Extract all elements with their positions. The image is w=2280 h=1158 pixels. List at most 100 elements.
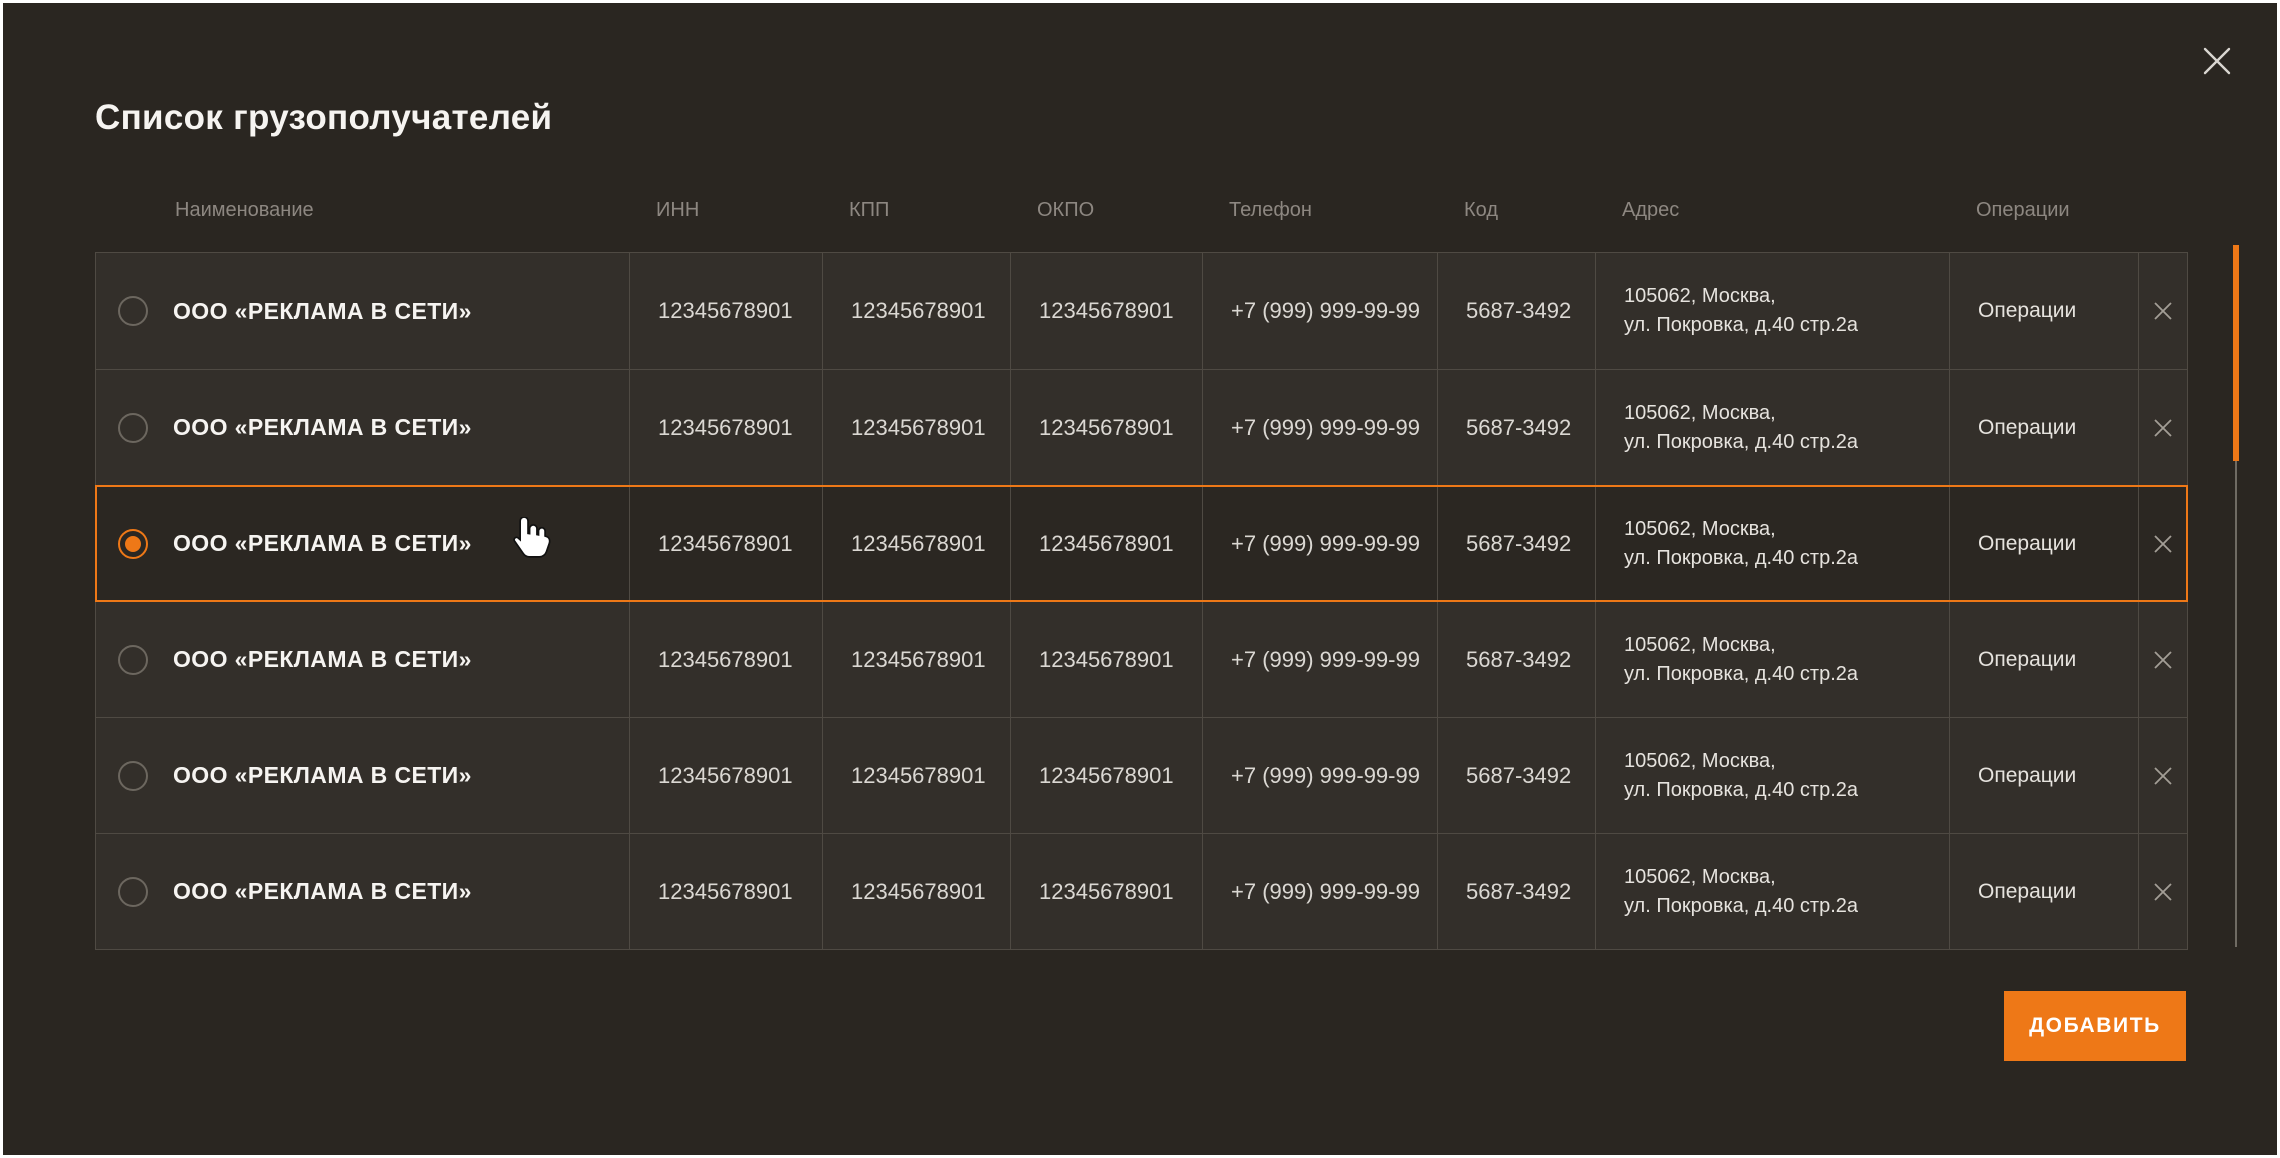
address-line-2: ул. Покровка, д.40 стр.2а (1624, 544, 1858, 573)
operations-link[interactable]: Операции (1949, 718, 2138, 833)
consignee-name: ООО «РЕКЛАМА В СЕТИ» (173, 762, 472, 789)
address-cell: 105062, Москва, ул. Покровка, д.40 стр.2… (1595, 253, 1949, 369)
code-cell: 5687-3492 (1437, 486, 1595, 601)
name-cell: ООО «РЕКЛАМА В СЕТИ» (96, 253, 629, 369)
table-row-selected[interactable]: ООО «РЕКЛАМА В СЕТИ» 12345678901 1234567… (96, 485, 2187, 601)
okpo-cell: 12345678901 (1010, 718, 1202, 833)
phone-cell: +7 (999) 999-99-99 (1202, 834, 1437, 949)
row-radio-button[interactable] (118, 645, 148, 675)
code-cell: 5687-3492 (1437, 253, 1595, 369)
address-line-1: 105062, Москва, (1624, 515, 1776, 544)
consignee-name: ООО «РЕКЛАМА В СЕТИ» (173, 878, 472, 905)
column-header-inn: ИНН (628, 199, 821, 221)
column-header-okpo: ОКПО (1009, 199, 1201, 221)
delete-row-button[interactable] (2138, 834, 2187, 949)
column-header-name: Наименование (95, 199, 628, 221)
phone-cell: +7 (999) 999-99-99 (1202, 486, 1437, 601)
delete-row-button[interactable] (2138, 253, 2187, 369)
column-header-kpp: КПП (821, 199, 1009, 221)
address-line-2: ул. Покровка, д.40 стр.2а (1624, 428, 1858, 457)
kpp-cell: 12345678901 (822, 370, 1010, 485)
okpo-cell: 12345678901 (1010, 370, 1202, 485)
consignee-name: ООО «РЕКЛАМА В СЕТИ» (173, 414, 472, 441)
kpp-cell: 12345678901 (822, 253, 1010, 369)
table-row[interactable]: ООО «РЕКЛАМА В СЕТИ» 12345678901 1234567… (96, 833, 2187, 949)
address-line-1: 105062, Москва, (1624, 282, 1776, 311)
code-cell: 5687-3492 (1437, 370, 1595, 485)
consignee-name: ООО «РЕКЛАМА В СЕТИ» (173, 530, 472, 557)
table-row[interactable]: ООО «РЕКЛАМА В СЕТИ» 12345678901 1234567… (96, 369, 2187, 485)
address-cell: 105062, Москва, ул. Покровка, д.40 стр.2… (1595, 718, 1949, 833)
consignee-name: ООО «РЕКЛАМА В СЕТИ» (173, 298, 472, 325)
phone-cell: +7 (999) 999-99-99 (1202, 253, 1437, 369)
inn-cell: 12345678901 (629, 486, 822, 601)
delete-row-button[interactable] (2138, 486, 2187, 601)
delete-row-button[interactable] (2138, 370, 2187, 485)
address-cell: 105062, Москва, ул. Покровка, д.40 стр.2… (1595, 370, 1949, 485)
okpo-cell: 12345678901 (1010, 486, 1202, 601)
inn-cell: 12345678901 (629, 602, 822, 717)
address-line-2: ул. Покровка, д.40 стр.2а (1624, 311, 1858, 340)
address-cell: 105062, Москва, ул. Покровка, д.40 стр.2… (1595, 834, 1949, 949)
delete-icon (2150, 531, 2176, 557)
close-button[interactable] (2197, 41, 2237, 81)
kpp-cell: 12345678901 (822, 486, 1010, 601)
code-cell: 5687-3492 (1437, 602, 1595, 717)
row-radio-button[interactable] (118, 296, 148, 326)
address-line-2: ул. Покровка, д.40 стр.2а (1624, 892, 1858, 921)
address-line-1: 105062, Москва, (1624, 863, 1776, 892)
inn-cell: 12345678901 (629, 718, 822, 833)
okpo-cell: 12345678901 (1010, 253, 1202, 369)
kpp-cell: 12345678901 (822, 718, 1010, 833)
table-row[interactable]: ООО «РЕКЛАМА В СЕТИ» 12345678901 1234567… (96, 601, 2187, 717)
address-line-2: ул. Покровка, д.40 стр.2а (1624, 660, 1858, 689)
delete-icon (2150, 763, 2176, 789)
name-cell: ООО «РЕКЛАМА В СЕТИ» (96, 834, 629, 949)
inn-cell: 12345678901 (629, 834, 822, 949)
name-cell: ООО «РЕКЛАМА В СЕТИ» (96, 602, 629, 717)
kpp-cell: 12345678901 (822, 602, 1010, 717)
okpo-cell: 12345678901 (1010, 602, 1202, 717)
column-header-operations: Операции (1948, 199, 2137, 221)
delete-row-button[interactable] (2138, 602, 2187, 717)
row-radio-button[interactable] (118, 413, 148, 443)
address-cell: 105062, Москва, ул. Покровка, д.40 стр.2… (1595, 486, 1949, 601)
consignee-table: ООО «РЕКЛАМА В СЕТИ» 12345678901 1234567… (95, 252, 2188, 950)
code-cell: 5687-3492 (1437, 718, 1595, 833)
delete-row-button[interactable] (2138, 718, 2187, 833)
delete-icon (2150, 647, 2176, 673)
table-row[interactable]: ООО «РЕКЛАМА В СЕТИ» 12345678901 1234567… (96, 253, 2187, 369)
column-header-code: Код (1436, 199, 1594, 221)
delete-icon (2150, 415, 2176, 441)
name-cell: ООО «РЕКЛАМА В СЕТИ» (96, 370, 629, 485)
row-radio-button[interactable] (118, 761, 148, 791)
delete-icon (2150, 298, 2176, 324)
name-cell: ООО «РЕКЛАМА В СЕТИ» (96, 486, 629, 601)
consignee-list-modal: Список грузополучателей НаименованиеИННК… (3, 3, 2277, 1155)
operations-link[interactable]: Операции (1949, 834, 2138, 949)
inn-cell: 12345678901 (629, 370, 822, 485)
modal-title: Список грузополучателей (95, 98, 552, 138)
phone-cell: +7 (999) 999-99-99 (1202, 370, 1437, 485)
operations-link[interactable]: Операции (1949, 486, 2138, 601)
kpp-cell: 12345678901 (822, 834, 1010, 949)
operations-link[interactable]: Операции (1949, 602, 2138, 717)
address-line-1: 105062, Москва, (1624, 631, 1776, 660)
add-button[interactable]: ДОБАВИТЬ (2004, 991, 2186, 1061)
column-header-address: Адрес (1594, 199, 1948, 221)
table-row[interactable]: ООО «РЕКЛАМА В СЕТИ» 12345678901 1234567… (96, 717, 2187, 833)
table-header: НаименованиеИННКППОКПОТелефонКодАдресОпе… (95, 199, 2186, 221)
row-radio-button[interactable] (118, 877, 148, 907)
row-radio-button[interactable] (118, 529, 148, 559)
address-cell: 105062, Москва, ул. Покровка, д.40 стр.2… (1595, 602, 1949, 717)
column-header-phone: Телефон (1201, 199, 1436, 221)
address-line-1: 105062, Москва, (1624, 399, 1776, 428)
phone-cell: +7 (999) 999-99-99 (1202, 602, 1437, 717)
scrollbar-thumb[interactable] (2233, 245, 2239, 461)
operations-link[interactable]: Операции (1949, 370, 2138, 485)
code-cell: 5687-3492 (1437, 834, 1595, 949)
name-cell: ООО «РЕКЛАМА В СЕТИ» (96, 718, 629, 833)
address-line-2: ул. Покровка, д.40 стр.2а (1624, 776, 1858, 805)
phone-cell: +7 (999) 999-99-99 (1202, 718, 1437, 833)
operations-link[interactable]: Операции (1949, 253, 2138, 369)
